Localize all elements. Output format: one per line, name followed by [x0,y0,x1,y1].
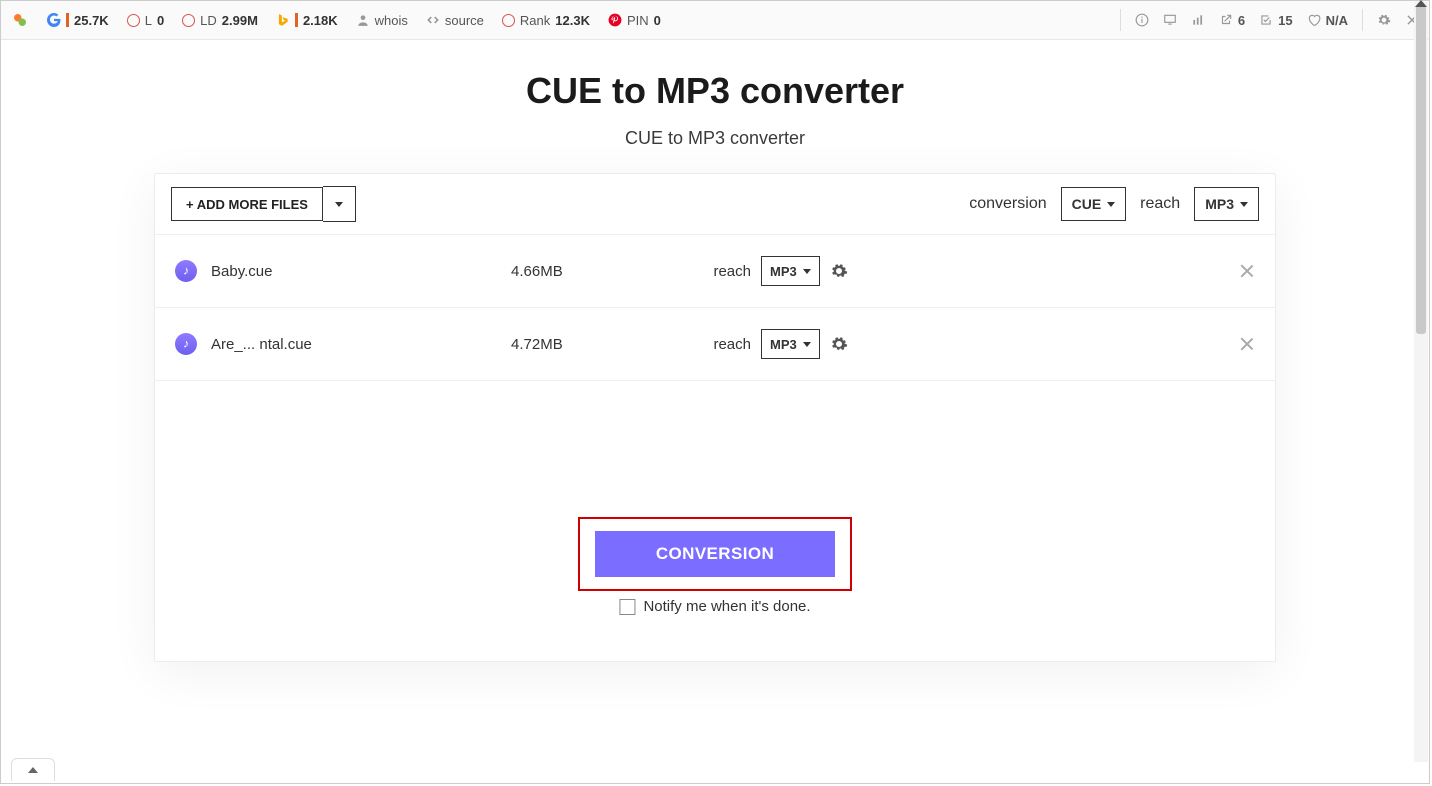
bing-icon [276,13,290,27]
heart-icon [1307,13,1321,27]
tb-ld-label: LD [200,13,217,28]
from-format-select[interactable]: CUE [1061,187,1127,221]
file-row: Are_... ntal.cue 4.72MB reach MP3 [155,308,1275,381]
add-more-files-dropdown[interactable] [323,186,356,222]
tb-source[interactable]: source [426,13,484,28]
file-remove-button[interactable] [1239,263,1255,279]
bar-icon [66,13,69,27]
caret-down-icon [1107,202,1115,207]
page-body: CUE to MP3 converter CUE to MP3 converte… [1,40,1429,662]
tb-ld[interactable]: LD 2.99M [182,13,258,28]
monitor-icon [1163,13,1177,27]
person-icon [356,13,370,27]
tb-monitor[interactable] [1163,13,1177,27]
gear-icon [1377,13,1391,27]
tb-external[interactable]: 6 [1219,13,1245,28]
notify-checkbox[interactable] [619,599,635,615]
caret-down-icon [803,342,811,347]
file-name: Are_... ntal.cue [211,336,511,353]
info-icon [1135,13,1149,27]
tb-external-value: 6 [1238,13,1245,28]
expand-tab[interactable] [11,758,55,781]
card-footer: CONVERSION Notify me when it's done. [155,381,1275,661]
add-more-files-button[interactable]: + ADD MORE FILES [171,187,323,221]
music-file-icon [175,333,197,355]
tb-rank-label: Rank [520,13,550,28]
from-format-value: CUE [1072,196,1102,212]
file-name: Baby.cue [211,263,511,280]
file-reach-label: reach [671,263,751,280]
check-external-icon [1259,13,1273,27]
scrollbar-thumb[interactable] [1416,4,1426,334]
tb-google-value: 25.7K [74,13,109,28]
tb-gear[interactable] [1377,13,1391,27]
scroll-top-arrow-icon [1415,0,1427,7]
tb-info[interactable] [1135,13,1149,27]
conversion-button[interactable]: CONVERSION [595,531,835,577]
file-format-select[interactable]: MP3 [761,329,820,359]
converter-card: + ADD MORE FILES conversion CUE reach MP… [154,173,1276,662]
file-remove-button[interactable] [1239,336,1255,352]
page-subtitle: CUE to MP3 converter [1,128,1429,149]
file-size: 4.72MB [511,336,671,353]
tb-pin-label: PIN [627,13,649,28]
tb-pin-value: 0 [654,13,661,28]
tb-heart-value: N/A [1326,13,1348,28]
file-format-value: MP3 [770,337,797,352]
tb-l[interactable]: L 0 [127,13,164,28]
bar-icon [295,13,298,27]
external-link-icon [1219,13,1233,27]
to-format-value: MP3 [1205,196,1234,212]
circle-icon [502,14,515,27]
tb-pin[interactable]: PIN 0 [608,13,661,28]
tb-ld-value: 2.99M [222,13,258,28]
extension-toolbar: 25.7K L 0 LD 2.99M 2.18K whois [1,1,1429,40]
caret-down-icon [803,269,811,274]
caret-down-icon [1240,202,1248,207]
so-logo-icon [11,11,29,29]
divider [1120,9,1121,31]
conversion-label: conversion [969,195,1046,213]
notify-row: Notify me when it's done. [619,598,810,615]
file-row: Baby.cue 4.66MB reach MP3 [155,235,1275,308]
tb-whois-label: whois [375,13,408,28]
file-size: 4.66MB [511,263,671,280]
tb-checkext[interactable]: 15 [1259,13,1292,28]
file-format-value: MP3 [770,264,797,279]
tb-whois[interactable]: whois [356,13,408,28]
tb-rank[interactable]: Rank 12.3K [502,13,590,28]
chevron-up-icon [28,767,38,773]
card-toolbar: + ADD MORE FILES conversion CUE reach MP… [155,174,1275,235]
tb-bing[interactable]: 2.18K [276,13,338,28]
tb-bing-value: 2.18K [303,13,338,28]
tb-heart[interactable]: N/A [1307,13,1348,28]
tb-chart[interactable] [1191,13,1205,27]
tb-source-label: source [445,13,484,28]
page-title: CUE to MP3 converter [1,70,1429,112]
file-settings-button[interactable] [830,335,848,353]
google-icon [47,13,61,27]
tb-google[interactable]: 25.7K [47,13,109,28]
file-format-select[interactable]: MP3 [761,256,820,286]
vertical-scrollbar[interactable] [1414,2,1428,762]
circle-icon [127,14,140,27]
circle-icon [182,14,195,27]
divider [1362,9,1363,31]
caret-down-icon [335,202,343,207]
to-format-select[interactable]: MP3 [1194,187,1259,221]
chart-icon [1191,13,1205,27]
tb-l-label: L [145,13,152,28]
file-reach-label: reach [671,336,751,353]
tb-checkext-value: 15 [1278,13,1292,28]
file-settings-button[interactable] [830,262,848,280]
notify-label: Notify me when it's done. [643,598,810,615]
music-file-icon [175,260,197,282]
conversion-highlight-box: CONVERSION [578,517,852,591]
pinterest-icon [608,13,622,27]
tb-l-value: 0 [157,13,164,28]
reach-label: reach [1140,195,1180,213]
tb-rank-value: 12.3K [555,13,590,28]
code-icon [426,13,440,27]
